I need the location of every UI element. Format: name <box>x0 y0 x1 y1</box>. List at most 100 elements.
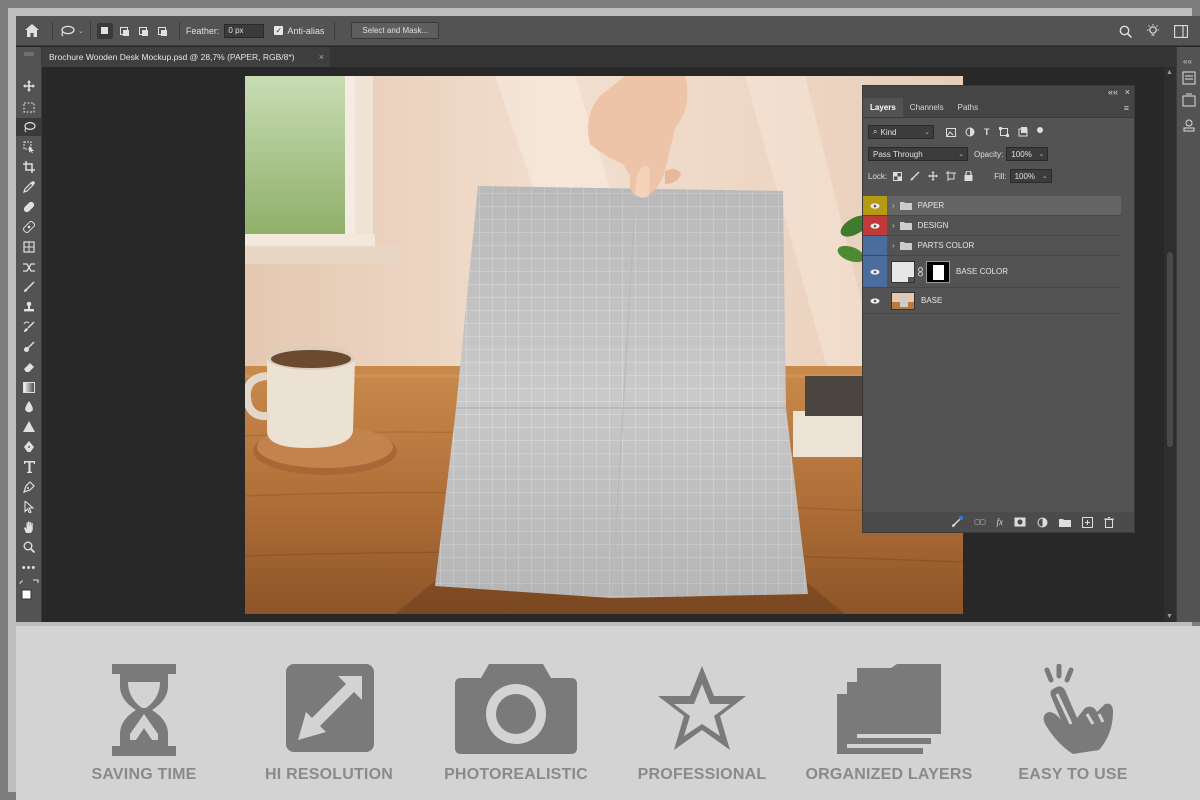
crop-tool[interactable] <box>16 158 42 176</box>
lasso-preset-picker[interactable]: ⌄ <box>59 16 84 45</box>
visibility-toggle[interactable] <box>863 256 887 287</box>
feather-input[interactable] <box>224 23 265 38</box>
lock-position-icon[interactable] <box>928 171 939 181</box>
close-panel-icon[interactable]: × <box>1125 86 1130 98</box>
pixel-filter-icon[interactable] <box>946 127 956 137</box>
object-select-tool[interactable] <box>16 138 42 156</box>
pen-tool[interactable] <box>16 438 42 456</box>
lock-image-icon[interactable] <box>910 171 920 181</box>
eyedropper-tool[interactable] <box>16 178 42 196</box>
canvas-scrollbar[interactable]: ▲ ▼ <box>1164 67 1176 622</box>
folder-icon <box>899 242 912 250</box>
lock-all-icon[interactable] <box>964 171 973 181</box>
trash-icon[interactable] <box>1104 516 1114 528</box>
layer-row-design[interactable]: › DESIGN <box>863 216 1121 236</box>
history-brush-tool[interactable] <box>16 318 42 336</box>
tab-layers[interactable]: Layers <box>863 98 903 117</box>
move-tool[interactable] <box>16 77 42 95</box>
new-selection-button[interactable] <box>96 22 113 39</box>
visibility-toggle[interactable] <box>863 216 887 235</box>
panel-menu-icon[interactable]: ≡ <box>1124 103 1129 113</box>
layer-thumbnail <box>891 291 915 310</box>
fill-input[interactable]: 100% ⌄ <box>1009 169 1052 183</box>
color-swatches[interactable] <box>16 579 42 601</box>
direct-selection-tool[interactable] <box>16 498 42 516</box>
chevron-right-icon[interactable]: › <box>892 221 895 230</box>
workspace-icon[interactable] <box>1174 24 1188 38</box>
adjustment-layer-icon[interactable] <box>1037 517 1048 528</box>
visibility-toggle[interactable] <box>863 196 887 215</box>
add-mask-icon[interactable] <box>1014 517 1026 527</box>
collapse-dock-button[interactable]: «« <box>1183 51 1192 69</box>
stamp-panel-button[interactable] <box>1182 119 1196 138</box>
hand-tool[interactable] <box>16 518 42 536</box>
type-filter-icon[interactable]: T <box>984 127 990 137</box>
properties-panel-button[interactable] <box>1182 71 1196 90</box>
layer-row-paper[interactable]: › PAPER <box>863 196 1121 216</box>
shape-filter-icon[interactable] <box>998 127 1009 137</box>
layer-row-base-color[interactable]: BASE COLOR <box>863 256 1121 288</box>
spot-healing-tool[interactable] <box>16 198 42 216</box>
chevron-right-icon[interactable]: › <box>892 241 895 250</box>
lock-transparent-icon[interactable] <box>893 171 903 181</box>
scrollbar-thumb[interactable] <box>1167 252 1173 447</box>
close-icon[interactable]: × <box>319 52 324 62</box>
eraser-tool[interactable] <box>16 358 42 376</box>
brush-tool[interactable] <box>16 278 42 296</box>
eraser-tool-alt[interactable] <box>16 338 42 356</box>
marquee-tool[interactable] <box>16 98 42 116</box>
frame-tool[interactable] <box>16 238 42 256</box>
visibility-toggle[interactable] <box>863 288 887 313</box>
type-tool[interactable] <box>16 458 42 476</box>
zoom-tool[interactable] <box>16 538 42 556</box>
brush-tool-alt[interactable] <box>16 218 42 236</box>
select-and-mask-button[interactable]: Select and Mask... <box>351 22 440 39</box>
tab-channels[interactable]: Channels <box>903 98 951 117</box>
new-layer-icon[interactable] <box>1082 516 1093 528</box>
opacity-input[interactable]: 100% ⌄ <box>1006 147 1049 161</box>
clone-stamp-tool[interactable] <box>16 298 42 316</box>
blur-tool[interactable] <box>16 398 42 416</box>
chevron-right-icon[interactable]: › <box>892 201 895 210</box>
search-icon[interactable] <box>1119 25 1132 38</box>
path-selection-tool[interactable] <box>16 478 42 496</box>
layer-style-brush-icon[interactable] <box>951 516 963 528</box>
fx-icon[interactable]: fx <box>997 517 1004 527</box>
foreground-background-icon <box>19 579 39 600</box>
document-tab[interactable]: Brochure Wooden Desk Mockup.psd @ 28,7% … <box>42 47 330 67</box>
lightbulb-icon[interactable] <box>1146 24 1160 38</box>
blend-mode-select[interactable]: Pass Through ⌄ <box>868 147 968 161</box>
mask-link-icon[interactable] <box>918 266 923 277</box>
filter-toggle-icon[interactable] <box>1036 127 1043 133</box>
visibility-toggle[interactable] <box>863 236 887 255</box>
antialias-checkbox[interactable]: ✓ <box>274 26 284 35</box>
lasso-tool[interactable] <box>16 118 42 136</box>
subtract-selection-button[interactable] <box>135 23 151 39</box>
dodge-tool[interactable] <box>16 418 42 436</box>
lock-artboard-icon[interactable] <box>946 171 957 181</box>
tab-paths[interactable]: Paths <box>951 98 985 117</box>
adjustment-filter-icon[interactable] <box>965 127 975 137</box>
add-selection-button[interactable] <box>116 23 132 39</box>
edit-toolbar-button[interactable]: ••• <box>16 559 42 577</box>
toolbar-grip[interactable] <box>16 49 42 59</box>
scroll-down-icon[interactable]: ▼ <box>1166 613 1173 620</box>
filter-kind-select[interactable]: ⌕ Kind ⌄ <box>868 125 934 139</box>
intersect-selection-button[interactable] <box>154 23 170 39</box>
document-canvas[interactable] <box>245 76 963 614</box>
link-icon[interactable] <box>973 518 986 526</box>
gradient-tool[interactable] <box>16 378 42 396</box>
libraries-panel-button[interactable] <box>1182 93 1196 112</box>
eye-icon <box>870 202 880 209</box>
home-button[interactable] <box>18 16 46 45</box>
scroll-up-icon[interactable]: ▲ <box>1166 69 1173 76</box>
hourglass-icon <box>112 664 176 756</box>
hand-icon <box>24 521 33 533</box>
layer-mask-thumbnail[interactable] <box>926 260 950 283</box>
layer-row-base[interactable]: BASE <box>863 288 1121 314</box>
new-group-folder-icon[interactable] <box>1059 518 1071 527</box>
layer-row-parts-color[interactable]: › PARTS COLOR <box>863 236 1121 256</box>
smart-object-filter-icon[interactable] <box>1018 127 1028 137</box>
collapse-panel-icon[interactable]: «« <box>1108 86 1118 98</box>
content-aware-move-tool[interactable] <box>16 258 42 276</box>
